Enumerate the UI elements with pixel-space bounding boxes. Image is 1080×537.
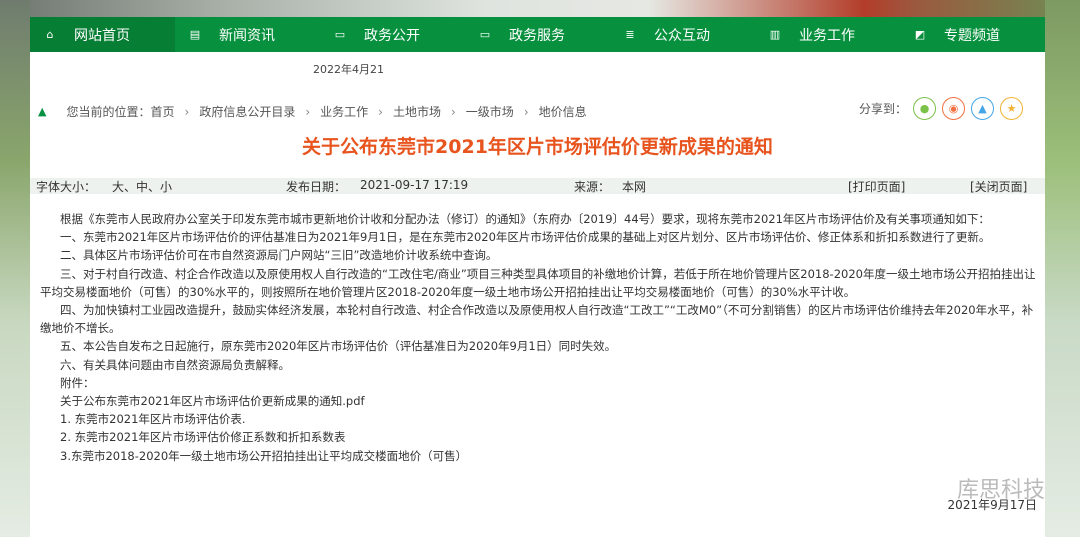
source-value: 本网 <box>622 180 647 194</box>
article-paragraph: 六、有关具体问题由市自然资源局负责解释。 <box>60 357 290 372</box>
share-label: 分享到： <box>858 102 907 116</box>
breadcrumb-separator-icon: › <box>378 104 383 119</box>
publish-date: 2021-09-17 17:19 <box>360 178 469 192</box>
font-size-options[interactable]: 大、中、小 <box>112 178 172 195</box>
source-label: 来源： <box>574 180 611 194</box>
banner-photo <box>0 0 1080 17</box>
share-wechat-icon[interactable]: ● <box>913 97 936 120</box>
nav-item-2[interactable]: ▭ 政务公开 <box>320 17 465 52</box>
attachment-link[interactable]: 2. 东莞市2021年区片市场评估价修正系数和折扣系数表 <box>40 428 1040 446</box>
article-paragraph: 四、为加快镇村工业园改造提升，鼓励实体经济发展，本轮村自行改造、村企合作改造以及… <box>40 303 1034 336</box>
article-meta: 字体大小： 大、中、小 发布日期： 2021-09-17 17:19 来源： 本… <box>30 178 1045 194</box>
close-page-link[interactable]: [关闭页面] <box>970 178 1027 195</box>
breadcrumb-item[interactable]: 政府信息公开目录 <box>199 103 295 120</box>
article-paragraph: 一、东莞市2021年区片市场评估价的评估基准日为2021年9月1日，是在东莞市2… <box>60 230 991 245</box>
article-body: 根据《东莞市人民政府办公室关于印发东莞市城市更新地价计收和分配办法（修订）的通知… <box>40 210 1040 465</box>
building-icon: ▥ <box>769 28 781 41</box>
background-photo-right <box>1045 0 1080 537</box>
share-bar: 分享到： ● ◉ ▲ ★ <box>859 97 1023 120</box>
background-photo-left <box>0 0 30 537</box>
nav-label: 业务工作 <box>799 27 855 44</box>
breadcrumb-item[interactable]: 一级市场 <box>466 103 514 120</box>
home-icon: ⌂ <box>46 28 54 41</box>
attachment-link[interactable]: 关于公布东莞市2021年区片市场评估价更新成果的通知.pdf <box>40 392 1040 410</box>
article-paragraph: 二、具体区片市场评估价可在市自然资源局门户网站“三旧”改造地价计收系统中查询。 <box>60 248 498 263</box>
breadcrumb-separator-icon: › <box>184 104 190 119</box>
attachment-link[interactable]: 1. 东莞市2021年区片市场评估价表. <box>40 410 1040 428</box>
nav-label: 网站首页 <box>74 27 130 44</box>
attachment-link[interactable]: 3.东莞市2018-2020年一级土地市场公开招拍挂出让平均成交楼面地价（可售） <box>40 447 1040 465</box>
home-icon[interactable]: ▲ <box>38 105 46 118</box>
share-qq-icon[interactable]: ▲ <box>971 97 994 120</box>
nav-item-3[interactable]: ▭ 政务服务 <box>465 17 610 52</box>
content-panel: 2022年4月21 ▲ 您当前的位置： 首页 › 政府信息公开目录 › 业务工作 › 土地市… <box>30 52 1045 537</box>
breadcrumb-item[interactable]: 首页 <box>150 103 174 120</box>
nav-item-4[interactable]: ≣ 公众互动 <box>610 17 755 52</box>
laptop-icon: ▭ <box>479 28 491 41</box>
share-weibo-icon[interactable]: ◉ <box>942 97 965 120</box>
share-favorite-icon[interactable]: ★ <box>1000 97 1023 120</box>
folder-icon: ▭ <box>334 28 346 41</box>
top-date: 2022年4月21 <box>313 63 384 76</box>
print-page-link[interactable]: [打印页面] <box>848 178 905 195</box>
font-size-label: 字体大小： <box>36 180 97 194</box>
list-icon: ≣ <box>625 28 635 41</box>
breadcrumb-separator-icon: › <box>450 104 456 119</box>
nav-label: 专题频道 <box>944 27 1000 44</box>
article-paragraph: 根据《东莞市人民政府办公室关于印发东莞市城市更新地价计收和分配办法（修订）的通知… <box>60 212 990 226</box>
nav-item-6[interactable]: ◩ 专题频道 <box>900 17 1045 52</box>
main-nav: ⌂ 网站首页 ▤ 新闻资讯 ▭ 政务公开 ▭ 政务服务 ≣ 公众互动 ▥ 业务工作 ◩ 专题频道 <box>30 17 1045 52</box>
breadcrumb-separator-icon: › <box>305 104 311 119</box>
nav-label: 政务公开 <box>364 27 420 44</box>
nav-item-0[interactable]: ⌂ 网站首页 <box>30 17 175 52</box>
breadcrumb: ▲ 您当前的位置： 首页 › 政府信息公开目录 › 业务工作 › 土地市场 › 一级市场 › 地价信… <box>38 103 587 120</box>
breadcrumb-item[interactable]: 地价信息 <box>539 103 587 120</box>
calendar-icon: ▤ <box>189 28 201 41</box>
breadcrumb-item[interactable]: 业务工作 <box>320 103 368 120</box>
article-title: 关于公布东莞市2021年区片市场评估价更新成果的通知 <box>302 136 773 158</box>
nav-label: 新闻资讯 <box>219 27 275 44</box>
nav-item-5[interactable]: ▥ 业务工作 <box>755 17 900 52</box>
date-label: 发布日期： <box>286 180 347 194</box>
nav-label: 公众互动 <box>654 27 710 44</box>
article-paragraph: 三、对于村自行改造、村企合作改造以及原使用权人自行改造的“工改住宅/商业”项目三… <box>40 266 1036 299</box>
watermark-date: 2021年9月17日 <box>947 498 1037 512</box>
nav-item-1[interactable]: ▤ 新闻资讯 <box>175 17 320 52</box>
article-paragraph: 五、本公告自发布之日起施行，原东莞市2020年区片市场评估价（评估基准日为202… <box>60 339 617 354</box>
image-icon: ◩ <box>914 28 926 41</box>
breadcrumb-item[interactable]: 土地市场 <box>393 103 441 120</box>
breadcrumb-prefix: 您当前的位置： <box>66 105 151 119</box>
article-paragraph: 附件： <box>60 375 95 390</box>
nav-label: 政务服务 <box>509 27 565 44</box>
breadcrumb-separator-icon: › <box>523 104 529 119</box>
